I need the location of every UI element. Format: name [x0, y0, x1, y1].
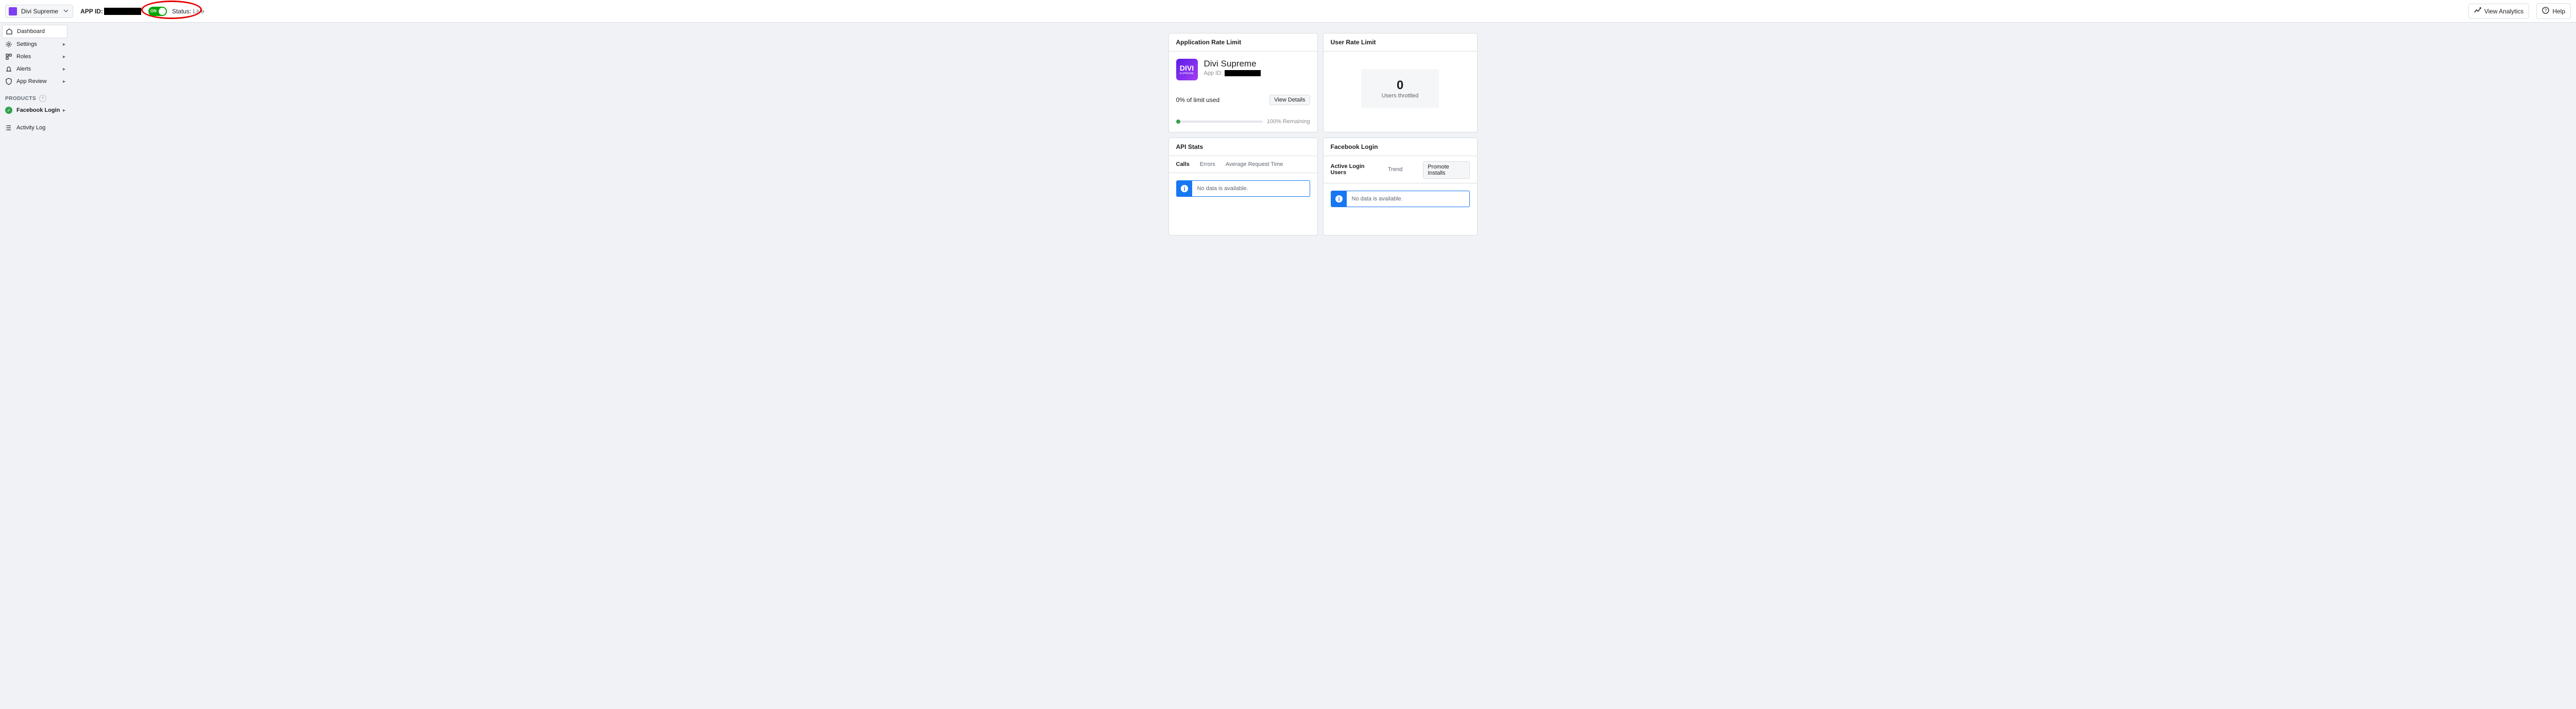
dashboard-icon — [6, 28, 13, 35]
rate-limit-progress-marker — [1176, 120, 1180, 124]
view-analytics-label: View Analytics — [2484, 8, 2523, 15]
add-product-icon[interactable]: + — [39, 95, 46, 102]
svg-text:i: i — [1338, 196, 1340, 202]
top-bar: Divi Supreme APP ID: ON Status: Live Vie… — [0, 0, 2576, 23]
promote-installs-button[interactable]: Promote Installs — [1423, 161, 1469, 179]
card-facebook-login: Facebook Login Active Login Users Trend … — [1323, 138, 1478, 235]
user-rate-limit-box: 0 Users throttled — [1361, 69, 1439, 108]
sidebar-item-roles[interactable]: Roles ▸ — [2, 50, 67, 63]
sidebar-item-dashboard[interactable]: Dashboard — [2, 25, 67, 38]
no-data-banner: i No data is available. — [1331, 191, 1470, 207]
tab-average-request-time[interactable]: Average Request Time — [1226, 161, 1283, 173]
help-label: Help — [2552, 8, 2565, 15]
card-header: User Rate Limit — [1324, 33, 1477, 52]
app-id-value-redacted — [1225, 70, 1261, 76]
status-group: ON Status: Live — [148, 7, 205, 16]
svg-text:i: i — [1183, 186, 1185, 192]
sidebar-item-label: Settings — [16, 41, 37, 47]
card-header: API Stats — [1169, 138, 1317, 156]
app-logo-text: DIVI — [1180, 64, 1194, 72]
sidebar-item-label: App Review — [16, 78, 47, 85]
card-header: Facebook Login — [1324, 138, 1477, 156]
tab-active-login-users[interactable]: Active Login Users — [1331, 163, 1378, 181]
app-id-label: App ID: — [1204, 70, 1223, 76]
tab-errors[interactable]: Errors — [1200, 161, 1215, 173]
card-user-rate-limit: User Rate Limit 0 Users throttled — [1323, 33, 1478, 132]
users-throttled-count: 0 — [1382, 78, 1419, 93]
sidebar-item-label: Activity Log — [16, 125, 45, 131]
sidebar-section-products: PRODUCTS + — [2, 93, 67, 104]
app-logo-icon — [9, 7, 17, 15]
api-stats-tabs: Calls Errors Average Request Time — [1169, 156, 1317, 173]
app-logo: DIVI SUPREME — [1176, 59, 1198, 80]
status-toggle-on-text: ON — [150, 9, 157, 13]
status-text: Status: Live — [172, 8, 205, 15]
view-analytics-button[interactable]: View Analytics — [2468, 4, 2529, 19]
card-application-rate-limit: Application Rate Limit DIVI SUPREME Divi… — [1168, 33, 1318, 132]
tab-calls[interactable]: Calls — [1176, 161, 1190, 173]
bell-icon — [5, 65, 12, 73]
facebook-login-tabs: Active Login Users Trend Promote Install… — [1324, 156, 1477, 183]
view-details-button[interactable]: View Details — [1269, 95, 1310, 105]
status-toggle[interactable]: ON — [148, 7, 167, 16]
tab-trend[interactable]: Trend — [1388, 166, 1402, 178]
users-throttled-label: Users throttled — [1382, 93, 1419, 99]
sidebar-item-facebook-login[interactable]: ✓ Facebook Login ▸ — [2, 104, 67, 116]
app-id-value-redacted — [104, 8, 141, 15]
info-icon: i — [1177, 181, 1192, 196]
limit-used-text: 0% of limit used — [1176, 96, 1220, 104]
sidebar-item-label: Facebook Login — [16, 107, 60, 113]
sidebar-item-label: Alerts — [16, 66, 31, 72]
no-data-banner: i No data is available. — [1176, 180, 1310, 197]
check-circle-icon: ✓ — [5, 107, 12, 114]
app-selector-label: Divi Supreme — [21, 8, 58, 15]
list-icon — [5, 124, 12, 131]
rate-limit-remaining: 100% Remaining — [1267, 119, 1310, 125]
no-data-text: No data is available. — [1192, 185, 1253, 192]
sidebar-item-app-review[interactable]: App Review ▸ — [2, 75, 67, 88]
chevron-right-icon: ▸ — [63, 42, 65, 47]
app-id-row: App ID: — [1204, 70, 1261, 76]
sidebar-item-settings[interactable]: Settings ▸ — [2, 38, 67, 50]
status-prefix: Status: — [172, 8, 193, 15]
svg-text:?: ? — [2545, 8, 2547, 13]
chevron-down-icon — [63, 8, 69, 15]
app-logo-subtext: SUPREME — [1179, 72, 1194, 75]
analytics-trend-icon — [2474, 7, 2481, 15]
chevron-right-icon: ▸ — [63, 66, 65, 72]
sidebar-item-label: Dashboard — [17, 28, 45, 35]
info-icon: i — [1331, 191, 1347, 207]
chevron-right-icon: ▸ — [63, 108, 65, 113]
sidebar-item-alerts[interactable]: Alerts ▸ — [2, 63, 67, 75]
gear-icon — [5, 41, 12, 48]
products-label: PRODUCTS — [5, 96, 36, 102]
no-data-text: No data is available. — [1347, 196, 1408, 202]
sidebar: Dashboard Settings ▸ Roles ▸ Alerts ▸ — [0, 23, 70, 136]
sidebar-item-label: Roles — [16, 54, 31, 60]
roles-icon — [5, 53, 12, 60]
shield-check-icon — [5, 78, 12, 85]
help-button[interactable]: ? Help — [2536, 3, 2571, 19]
chevron-right-icon: ▸ — [63, 79, 65, 85]
rate-limit-progress-bar — [1176, 121, 1263, 123]
app-id-group: APP ID: — [80, 8, 141, 15]
app-id-label: APP ID: — [80, 8, 103, 15]
card-api-stats: API Stats Calls Errors Average Request T… — [1168, 138, 1318, 235]
chevron-right-icon: ▸ — [63, 54, 65, 60]
card-header: Application Rate Limit — [1169, 33, 1317, 52]
app-title: Divi Supreme — [1204, 59, 1261, 69]
app-selector-dropdown[interactable]: Divi Supreme — [5, 5, 73, 18]
status-value: Live — [193, 8, 205, 15]
help-icon: ? — [2542, 7, 2549, 15]
status-toggle-knob — [159, 8, 166, 15]
sidebar-item-activity-log[interactable]: Activity Log — [2, 122, 67, 134]
